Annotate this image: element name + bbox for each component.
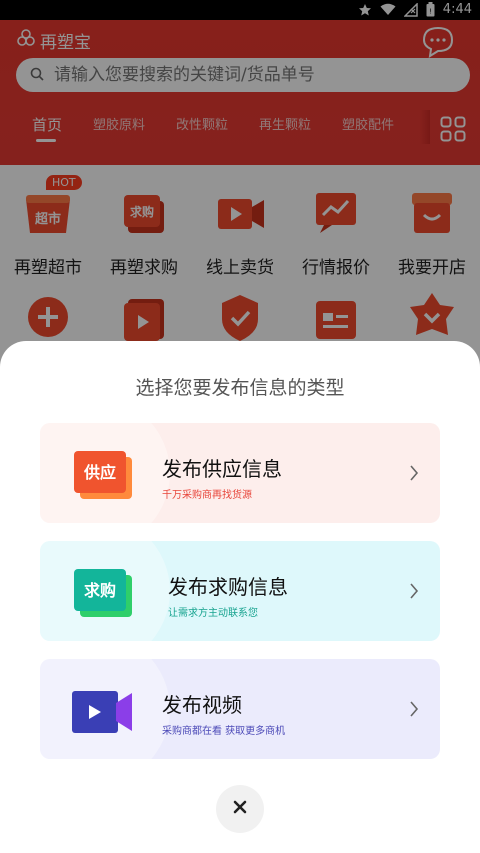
close-button[interactable] xyxy=(216,785,264,833)
card-title: 发布供应信息 xyxy=(162,457,282,481)
video-camera-icon xyxy=(70,681,138,743)
chevron-right-icon xyxy=(408,581,420,601)
svg-text:供应: 供应 xyxy=(83,463,116,482)
publish-supply-card[interactable]: 供应 发布供应信息 千万采购商再找货源 xyxy=(40,423,440,523)
card-subtitle: 采购商都在看 获取更多商机 xyxy=(162,726,286,737)
svg-text:求购: 求购 xyxy=(84,581,116,600)
publish-type-sheet: 选择您要发布信息的类型 供应 发布供应信息 千万采购商再找货源 求购 发布求购信… xyxy=(0,341,480,853)
close-icon xyxy=(232,799,248,819)
demand-icon: 求购 xyxy=(70,563,138,625)
sheet-title: 选择您要发布信息的类型 xyxy=(135,377,345,399)
chevron-right-icon xyxy=(408,463,420,483)
chevron-right-icon xyxy=(408,699,420,719)
publish-demand-card[interactable]: 求购 发布求购信息 让需求方主动联系您 xyxy=(40,541,440,641)
card-subtitle: 让需求方主动联系您 xyxy=(168,608,258,619)
card-subtitle: 千万采购商再找货源 xyxy=(162,490,252,501)
card-title: 发布视频 xyxy=(162,693,242,717)
publish-video-card[interactable]: 发布视频 采购商都在看 获取更多商机 xyxy=(40,659,440,759)
supply-icon: 供应 xyxy=(70,445,138,507)
card-title: 发布求购信息 xyxy=(168,575,288,599)
